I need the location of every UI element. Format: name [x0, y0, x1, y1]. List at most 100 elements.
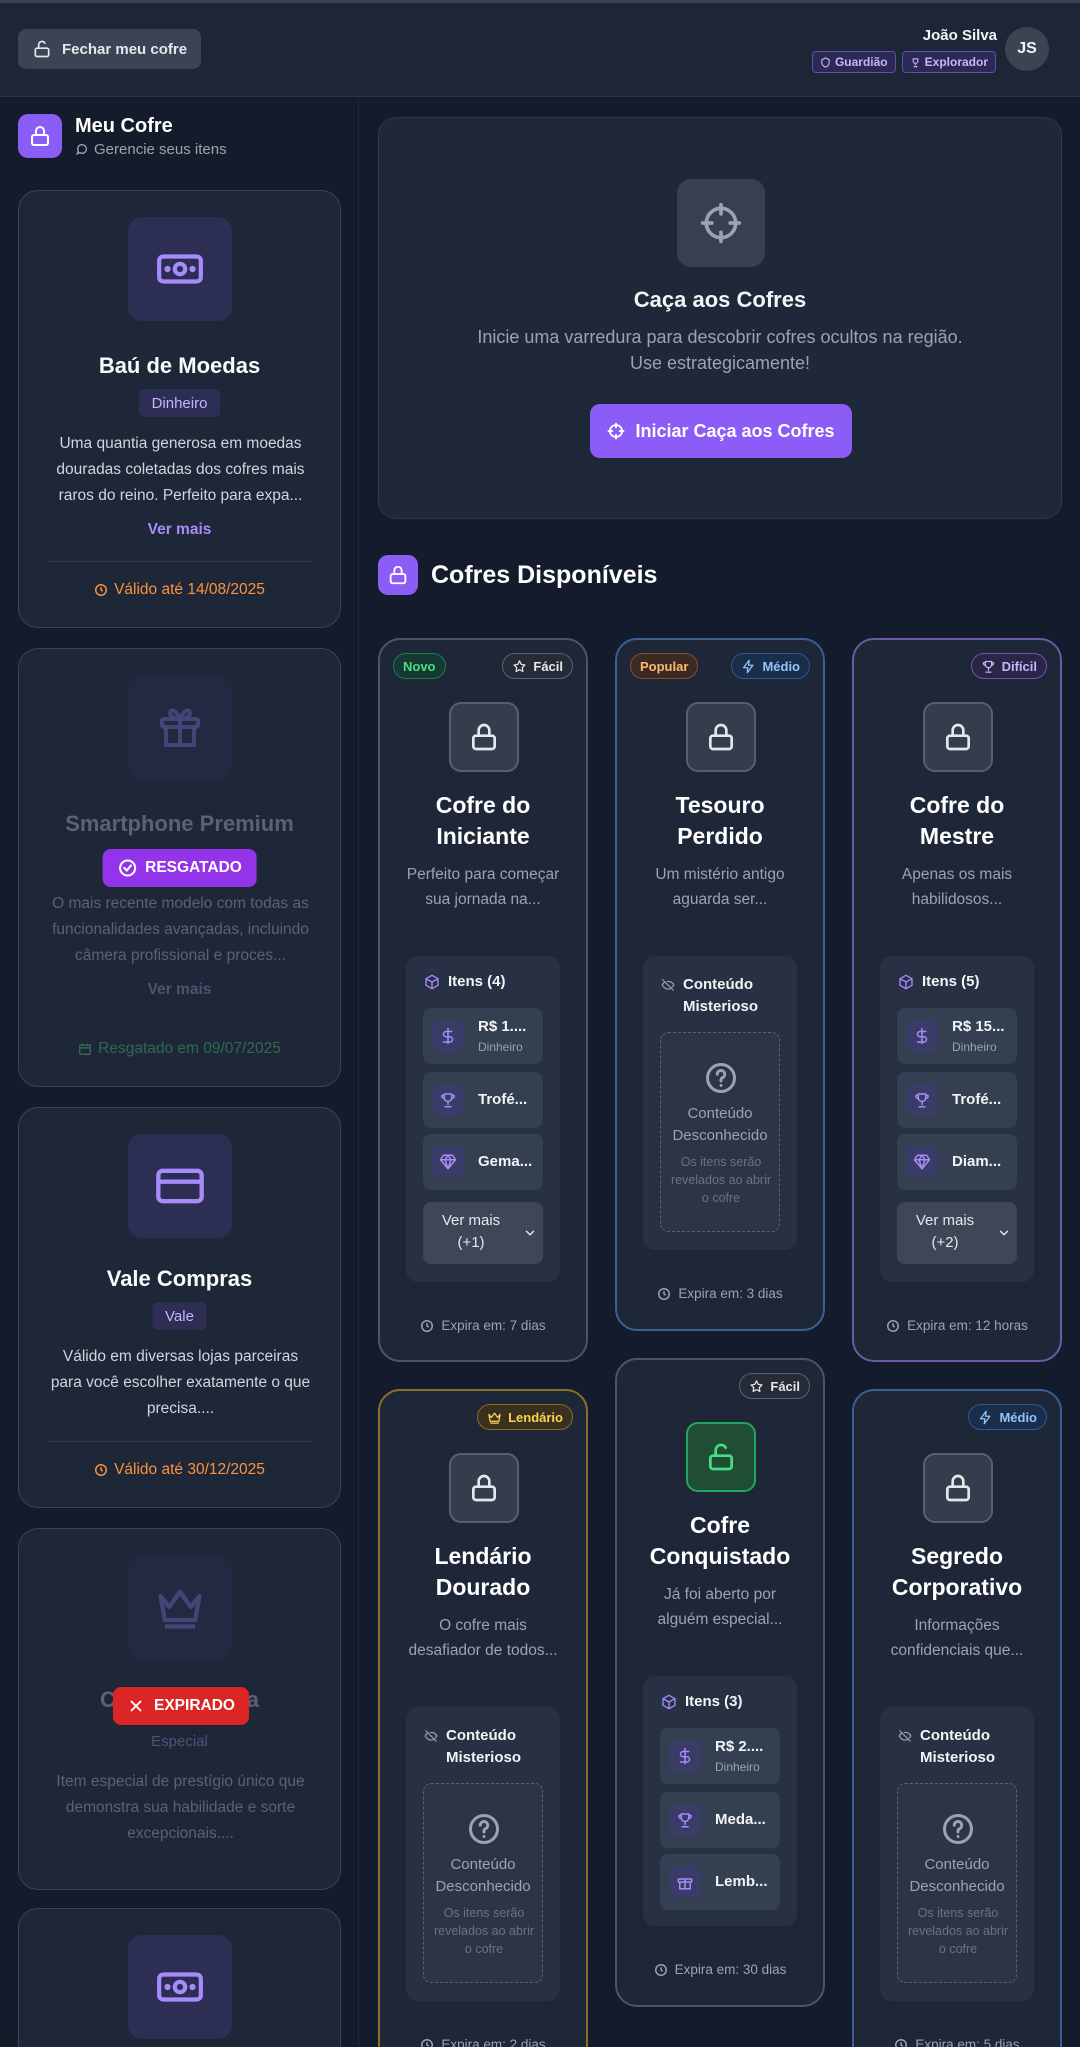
unknown-line: Desconhecido [672, 1127, 768, 1144]
item-name: Gema... [478, 1153, 533, 1170]
vault-title-line: Dourado [435, 1574, 531, 1600]
lock-icon [686, 702, 756, 772]
item-card-coin-chest[interactable]: Baú de Moedas Dinheiro Uma quantia gener… [18, 190, 341, 628]
difficulty-badge: Difícil [970, 653, 1047, 679]
vault-card-conquered[interactable]: Fácil Cofre Conquistado Já foi aberto po… [615, 1358, 825, 2007]
vault-title-line: Mestre [919, 823, 995, 849]
divider [47, 1019, 314, 1020]
vault-item-row: Meda... [660, 1792, 780, 1848]
hunt-description-line: Use estrategicamente! [629, 353, 811, 373]
lock-icon [18, 114, 62, 158]
sidebar-title: Meu Cofre [75, 114, 173, 137]
vault-description-line: desafiador de todos... [408, 1642, 558, 1659]
see-more-label: Ver mais (+2) [905, 1210, 985, 1254]
item-name: R$ 15... [952, 1018, 1005, 1035]
avatar[interactable]: JS [1005, 27, 1049, 71]
items-header: Itens (4) [424, 973, 506, 990]
vault-description-line: Informações [914, 1617, 1000, 1634]
see-more-link[interactable]: Ver mais [19, 521, 340, 539]
vault-description-line: confidenciais que... [890, 1642, 1024, 1659]
item-card-voucher[interactable]: Vale Compras Vale Válido em diversas loj… [18, 1107, 341, 1508]
expiry-text: Expira em: 3 dias [678, 1286, 783, 1301]
question-icon [940, 1811, 976, 1847]
clock-icon [420, 2038, 434, 2047]
clock-icon [894, 2038, 908, 2047]
vault-items-panel: Itens (3) R$ 2.... Dinheiro Meda... Lemb… [643, 1676, 797, 1926]
start-hunt-button[interactable]: Iniciar Caça aos Cofres [590, 404, 852, 458]
check-circle-icon [117, 858, 137, 878]
vault-title: Segredo Corporativo [864, 1541, 1050, 1603]
vault-card-legendary[interactable]: Lendário Lendário Dourado O cofre mais d… [378, 1389, 588, 2047]
items-header: Itens (5) [898, 973, 980, 990]
clock-icon [654, 1963, 668, 1977]
eye-off-icon [898, 1729, 912, 1743]
valid-until-text: Válido até 14/08/2025 [114, 581, 265, 598]
unknown-subtitle: Os itens serão revelados ao abrir o cofr… [433, 1906, 535, 1956]
close-vault-button[interactable]: Fechar meu cofre [18, 29, 202, 69]
trophy-icon [432, 1084, 464, 1116]
vault-card-corporate[interactable]: Médio Segredo Corporativo Informações co… [852, 1389, 1062, 2047]
difficulty-label: Médio [762, 658, 800, 674]
chevron-down-icon [997, 1226, 1011, 1240]
item-card-smartphone[interactable]: Smartphone Premium RESGATADO O mais rece… [18, 648, 341, 1087]
vault-title-line: Cofre do [909, 792, 1005, 818]
unknown-subtitle: Os itens serão revelados ao abrir o cofr… [670, 1155, 772, 1205]
vault-card-lost-treasure[interactable]: Popular Médio Tesouro Perdido Um mistéri… [615, 638, 825, 1331]
lightning-icon [978, 1410, 993, 1425]
lock-icon [449, 1453, 519, 1523]
crown-icon [487, 1410, 502, 1425]
crosshair-icon [607, 422, 625, 440]
expiry-text: Expira em: 2 dias [441, 2037, 546, 2047]
vault-description: O cofre mais desafiador de todos... [402, 1613, 564, 1663]
box-icon [424, 974, 440, 990]
badge-guardian: Guardião [811, 51, 896, 73]
item-card-money[interactable] [18, 1908, 341, 2047]
question-icon [466, 1811, 502, 1847]
valid-until: Válido até 14/08/2025 [19, 581, 340, 599]
unknown-title: Conteúdo Desconhecido [661, 1103, 779, 1147]
difficulty-badge: Fácil [502, 653, 573, 679]
vault-description-line: Perfeito para começar [406, 866, 560, 883]
vault-title-line: Perdido [677, 823, 763, 849]
mystery-header: Conteúdo Misterioso [424, 1725, 521, 1769]
redeemed-date-text: Resgatado em 09/07/2025 [98, 1040, 281, 1057]
vault-description: Apenas os mais habilidosos... [876, 862, 1038, 912]
unknown-content-box: Conteúdo Desconhecido Os itens serão reve… [660, 1032, 780, 1232]
unlock-icon [686, 1422, 756, 1492]
lock-icon [378, 555, 418, 595]
lock-icon [923, 1453, 993, 1523]
calendar-icon [78, 1042, 92, 1056]
vault-item-row: R$ 15... Dinheiro [897, 1008, 1017, 1064]
trophy-icon [910, 57, 921, 68]
lightning-icon [741, 659, 756, 674]
unknown-line: Conteúdo [450, 1856, 516, 1873]
mystery-header: Conteúdo Misterioso [898, 1725, 995, 1769]
mystery-line: Misterioso [683, 998, 759, 1015]
vault-description-line: aguarda ser... [672, 891, 768, 908]
dollar-icon [669, 1740, 701, 1772]
item-name: Trofé... [952, 1091, 1002, 1108]
see-more-items-button[interactable]: Ver mais (+2) [897, 1202, 1017, 1264]
vault-title: Tesouro Perdido [627, 790, 813, 852]
difficulty-badge: Lendário [477, 1404, 573, 1430]
vault-title: Cofre do Mestre [864, 790, 1050, 852]
see-more-label: Ver mais (+1) [431, 1210, 511, 1254]
mystery-line: Conteúdo [446, 1727, 516, 1744]
clock-icon [94, 1463, 108, 1477]
user-badges: Guardião Explorador [811, 51, 996, 73]
start-hunt-label: Iniciar Caça aos Cofres [635, 420, 835, 441]
expired-badge: EXPIRADO [113, 1687, 249, 1725]
see-more-items-button[interactable]: Ver mais (+1) [423, 1202, 543, 1264]
unknown-line: Desconhecido [909, 1878, 1005, 1895]
vault-expiry: Expira em: 5 dias [854, 2037, 1060, 2047]
vault-item-row: Trofé... [423, 1072, 543, 1128]
lock-icon [923, 702, 993, 772]
item-card-crown[interactable]: Coroa Dourada Especial EXPIRADO Item esp… [18, 1528, 341, 1890]
crosshair-icon [677, 179, 765, 267]
expired-label: EXPIRADO [154, 1697, 235, 1714]
items-header: Itens (3) [661, 1693, 743, 1710]
vault-item-row: Diam... [897, 1134, 1017, 1190]
see-more-link[interactable]: Ver mais [19, 981, 340, 999]
vault-card-master[interactable]: Difícil Cofre do Mestre Apenas os mais h… [852, 638, 1062, 1362]
vault-card-beginner[interactable]: Novo Fácil Cofre do Iniciante Perfeito p… [378, 638, 588, 1362]
